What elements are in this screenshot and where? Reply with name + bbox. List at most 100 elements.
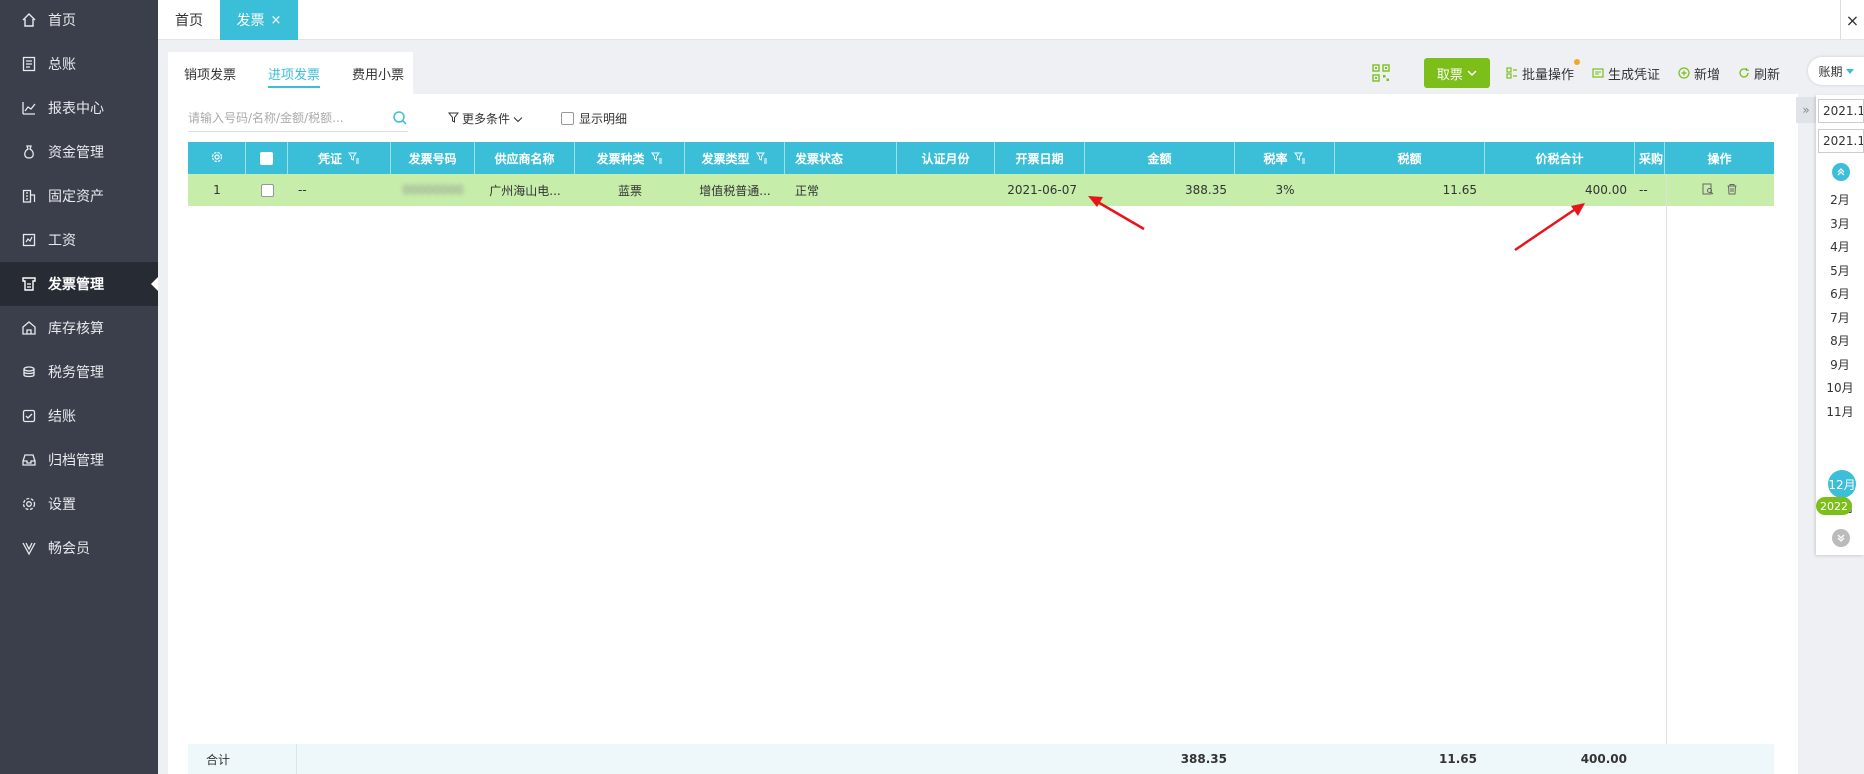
- tab-invoice[interactable]: 发票 ×: [220, 0, 298, 40]
- tab-expense-receipt[interactable]: 费用小票: [336, 52, 420, 94]
- column-header[interactable]: 税率: [1235, 142, 1335, 174]
- month-item[interactable]: 8月: [1816, 332, 1864, 349]
- month-item[interactable]: 3月: [1816, 215, 1864, 232]
- column-settings-header[interactable]: [188, 142, 246, 174]
- select-all-checkbox[interactable]: [260, 151, 273, 165]
- checkbox[interactable]: [561, 112, 574, 125]
- sidebar-item-archive[interactable]: 归档管理: [0, 438, 158, 482]
- column-header[interactable]: 供应商名称: [475, 142, 575, 174]
- add-button[interactable]: 新增: [1678, 64, 1720, 83]
- tax-amount-cell: 11.65: [1442, 183, 1477, 197]
- column-header[interactable]: 凭证: [288, 142, 391, 174]
- column-filter-icon[interactable]: [348, 152, 360, 164]
- sidebar-item-label: 工资: [48, 233, 76, 249]
- voucher-label: 生成凭证: [1607, 67, 1660, 83]
- sidebar-item-tax[interactable]: 税务管理: [0, 350, 158, 394]
- column-header[interactable]: 金额: [1085, 142, 1235, 174]
- month-item[interactable]: 9月: [1816, 356, 1864, 373]
- sidebar-item-label: 资金管理: [48, 145, 104, 161]
- column-header[interactable]: 发票类型: [685, 142, 785, 174]
- column-header[interactable]: 开票日期: [995, 142, 1085, 174]
- month-item[interactable]: 6月: [1816, 285, 1864, 302]
- sidebar-item-checkout[interactable]: 结账: [0, 394, 158, 438]
- footer-tax: 11.65: [1439, 752, 1477, 766]
- delete-icon[interactable]: [1726, 183, 1738, 198]
- refresh-label: 刷新: [1753, 67, 1780, 83]
- voucher-cell[interactable]: --: [288, 174, 391, 206]
- tab-purchase-invoice[interactable]: 进项发票: [252, 52, 336, 94]
- show-detail-label: 显示明细: [579, 112, 628, 126]
- supplier-cell: 广州海山电...: [489, 183, 561, 198]
- sidebar-item-label: 结账: [48, 409, 76, 425]
- tab-sales-invoice[interactable]: 销项发票: [168, 52, 252, 94]
- window-close-button[interactable]: ×: [1840, 0, 1864, 40]
- sidebar-item-ledger[interactable]: 总账: [0, 42, 158, 86]
- scroll-up-icon[interactable]: [1832, 163, 1850, 181]
- column-filter-icon[interactable]: [755, 152, 768, 164]
- month-item[interactable]: 7月: [1816, 309, 1864, 326]
- invoice-icon: [20, 275, 38, 293]
- footer-amount: 388.35: [1180, 752, 1227, 766]
- batch-operation-button[interactable]: 批量操作: [1506, 58, 1580, 83]
- close-icon[interactable]: ×: [271, 13, 282, 28]
- sidebar-item-reports[interactable]: 报表中心: [0, 86, 158, 130]
- header-label: 发票种类: [596, 151, 645, 166]
- kind-cell: 蓝票: [617, 183, 642, 198]
- month-item[interactable]: 11月: [1816, 403, 1864, 420]
- gear-icon[interactable]: [211, 151, 223, 166]
- month-item[interactable]: 4月: [1816, 238, 1864, 255]
- column-header[interactable]: 采购: [1635, 142, 1665, 174]
- refresh-button[interactable]: 刷新: [1738, 64, 1780, 83]
- sidebar-item-assets[interactable]: 固定资产: [0, 174, 158, 218]
- sidebar-item-label: 税务管理: [48, 365, 104, 381]
- search-icon[interactable]: [392, 110, 408, 126]
- column-header[interactable]: 价税合计: [1485, 142, 1635, 174]
- sidebar-item-label: 首页: [48, 13, 76, 29]
- sidebar-item-label: 库存核算: [48, 321, 104, 337]
- sidebar-item-vip[interactable]: 畅会员: [0, 526, 158, 570]
- sidebar-item-salary[interactable]: 工资: [0, 218, 158, 262]
- fetch-invoice-button[interactable]: 取票: [1423, 58, 1490, 88]
- generate-voucher-button[interactable]: 生成凭证: [1592, 64, 1660, 83]
- table-row[interactable]: 1 -- 00000000 广州海山电... 蓝票 增值税普通... 正常 20…: [188, 174, 1774, 206]
- period-button[interactable]: 账期: [1808, 57, 1864, 85]
- column-header: 操作: [1665, 142, 1774, 174]
- year-badge[interactable]: 2022: [1816, 497, 1852, 515]
- column-header[interactable]: 认证月份: [897, 142, 995, 174]
- month-item[interactable]: 10月: [1816, 379, 1864, 396]
- period-start-input[interactable]: 2021.12: [1818, 99, 1864, 123]
- month-item[interactable]: 2月: [1816, 191, 1864, 208]
- tab-home[interactable]: 首页: [158, 0, 220, 40]
- period-end-input[interactable]: 2021.12: [1818, 129, 1864, 153]
- voucher-icon: [1592, 67, 1604, 79]
- sidebar-item-home[interactable]: 首页: [0, 0, 158, 42]
- collapse-panel-button[interactable]: »: [1796, 97, 1816, 123]
- ledger-icon: [20, 55, 38, 73]
- selected-month[interactable]: 12月: [1828, 470, 1856, 498]
- building-icon: [20, 187, 38, 205]
- column-header[interactable]: 发票号码: [391, 142, 475, 174]
- search-input[interactable]: [188, 110, 378, 125]
- qr-code-icon[interactable]: [1372, 64, 1390, 82]
- column-filter-icon[interactable]: [1293, 152, 1306, 164]
- month-item[interactable]: 5月: [1816, 262, 1864, 279]
- sidebar-item-funds[interactable]: 资金管理: [0, 130, 158, 174]
- tab-label: 发票: [236, 13, 265, 29]
- sidebar-item-settings[interactable]: 设置: [0, 482, 158, 526]
- column-header[interactable]: 发票状态: [785, 142, 897, 174]
- scroll-down-icon[interactable]: [1832, 529, 1850, 547]
- plus-circle-icon: [1678, 67, 1690, 79]
- more-conditions-button[interactable]: 更多条件: [447, 110, 523, 127]
- column-header[interactable]: 发票种类: [575, 142, 685, 174]
- view-icon[interactable]: [1702, 183, 1714, 198]
- row-checkbox[interactable]: [260, 183, 274, 197]
- sidebar-item-label: 设置: [48, 497, 76, 513]
- sidebar-item-inventory[interactable]: 库存核算: [0, 306, 158, 350]
- column-header[interactable]: 税额: [1335, 142, 1485, 174]
- vip-v-icon: [20, 539, 38, 557]
- show-detail-checkbox[interactable]: 显示明细: [561, 110, 627, 127]
- sidebar-item-invoice[interactable]: 发票管理: [0, 262, 158, 306]
- money-bag-icon: [20, 143, 38, 161]
- column-filter-icon[interactable]: [650, 152, 663, 164]
- period-label: 账期: [1818, 64, 1843, 79]
